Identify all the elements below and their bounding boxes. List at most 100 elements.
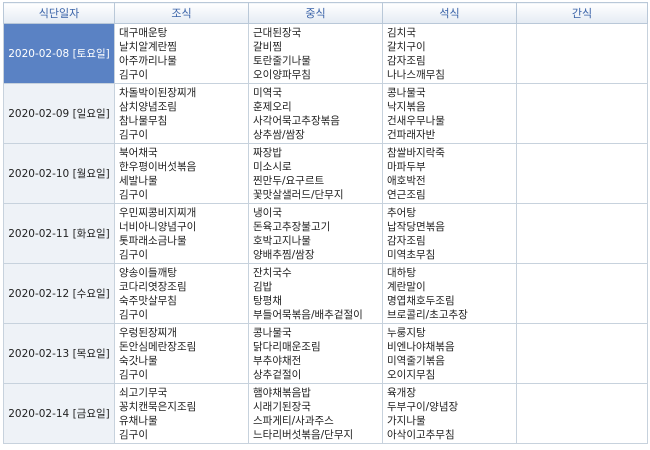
date-cell[interactable]: 2020-02-09 [일요일] xyxy=(3,83,115,144)
lunch-cell: 콩나물국 닭다리매운조림 부추야채전 상추겉절이 xyxy=(248,323,383,384)
breakfast-list: 우민찌콩비지찌개 너비아니양념구이 톳파래소금나물 김구이 xyxy=(119,206,248,262)
breakfast-cell: 우민찌콩비지찌개 너비아니양념구이 톳파래소금나물 김구이 xyxy=(114,203,249,264)
dinner-item: 감자조림 xyxy=(387,54,426,67)
meal-schedule-panel: 식단일자 조식 중식 석식 간식 2020-02-08 [토요일] 대구매운탕 날치… xyxy=(3,2,648,444)
lunch-list: 미역국 훈제오리 사각어묵고추장볶음 상추쌈/쌈장 xyxy=(253,86,382,142)
column-header-breakfast[interactable]: 조식 xyxy=(114,2,249,24)
lunch-item: 탕평채 xyxy=(253,294,282,307)
breakfast-item: 북어채국 xyxy=(119,146,158,159)
column-header-date[interactable]: 식단일자 xyxy=(3,2,115,24)
lunch-item: 짜장밥 xyxy=(253,146,282,159)
lunch-item: 느타리버섯볶음/단무지 xyxy=(253,428,354,441)
dinner-item: 건새우무나물 xyxy=(387,114,445,127)
date-cell[interactable]: 2020-02-13 [목요일] xyxy=(3,323,115,384)
dinner-cell: 콩나물국 낙지볶음 건새우무나물 건파래자반 xyxy=(382,83,517,144)
meal-schedule-table: 식단일자 조식 중식 석식 간식 2020-02-08 [토요일] 대구매운탕 날치… xyxy=(3,2,648,444)
breakfast-item: 쇠고기무국 xyxy=(119,386,168,399)
breakfast-item: 한우평이버섯볶음 xyxy=(119,160,197,173)
table-row[interactable]: 2020-02-11 [화요일] 우민찌콩비지찌개 너비아니양념구이 톳파래소금나물 김… xyxy=(3,203,648,264)
lunch-item: 사각어묵고추장볶음 xyxy=(253,114,340,127)
table-row[interactable]: 2020-02-13 [목요일] 우렁된장찌개 돈안심메란장조림 숙갓나물 김구이 콩나물… xyxy=(3,323,648,384)
lunch-item: 부추야채전 xyxy=(253,354,302,367)
column-header-dinner[interactable]: 석식 xyxy=(382,2,517,24)
dinner-list: 참쌀바지락죽 마파두부 애호박전 연근조림 xyxy=(387,146,516,202)
snack-cell xyxy=(516,323,648,384)
lunch-list: 짜장밥 미소시로 찐만두/요구르트 꽃맛살샐러드/단무지 xyxy=(253,146,382,202)
breakfast-item: 숙갓나물 xyxy=(119,354,158,367)
lunch-list: 잔치국수 김밥 탕평채 부들어묵볶음/배추겉절이 xyxy=(253,266,382,322)
breakfast-item: 김구이 xyxy=(119,368,148,381)
table-row[interactable]: 2020-02-14 [금요일] 쇠고기무국 꽁치캔묵은지조림 유채나물 김구이 햄야채볶… xyxy=(3,383,648,444)
lunch-cell: 햄야채볶음밥 시래기된장국 스파게티/사과주스 느타리버섯볶음/단무지 xyxy=(248,383,383,444)
dinner-item: 애호박전 xyxy=(387,174,426,187)
lunch-item: 돈육고추장불고기 xyxy=(253,220,331,233)
snack-cell xyxy=(516,143,648,204)
lunch-item: 양배추찜/쌈장 xyxy=(253,248,315,261)
table-row[interactable]: 2020-02-12 [수요일] 양송이들깨탕 코다리엿장조림 숙주맛살무침 김구이 잔치… xyxy=(3,263,648,324)
dinner-item: 콩나물국 xyxy=(387,86,426,99)
dinner-cell: 참쌀바지락죽 마파두부 애호박전 연근조림 xyxy=(382,143,517,204)
dinner-item: 김치국 xyxy=(387,26,416,39)
lunch-item: 근대된장국 xyxy=(253,26,302,39)
breakfast-item: 김구이 xyxy=(119,128,148,141)
breakfast-cell: 쇠고기무국 꽁치캔묵은지조림 유채나물 김구이 xyxy=(114,383,249,444)
breakfast-item: 코다리엿장조림 xyxy=(119,280,187,293)
breakfast-item: 톳파래소금나물 xyxy=(119,234,187,247)
dinner-item: 건파래자반 xyxy=(387,128,436,141)
breakfast-cell: 우렁된장찌개 돈안심메란장조림 숙갓나물 김구이 xyxy=(114,323,249,384)
lunch-list: 콩나물국 닭다리매운조림 부추야채전 상추겉절이 xyxy=(253,326,382,382)
table-row[interactable]: 2020-02-10 [월요일] 북어채국 한우평이버섯볶음 세발나물 김구이 짜장밥 미소… xyxy=(3,143,648,204)
date-cell[interactable]: 2020-02-11 [화요일] xyxy=(3,203,115,264)
breakfast-item: 아주까리나물 xyxy=(119,54,177,67)
breakfast-item: 우민찌콩비지찌개 xyxy=(119,206,197,219)
breakfast-item: 삼치양념조림 xyxy=(119,100,177,113)
lunch-cell: 잔치국수 김밥 탕평채 부들어묵볶음/배추겉절이 xyxy=(248,263,383,324)
breakfast-item: 우렁된장찌개 xyxy=(119,326,177,339)
dinner-list: 콩나물국 낙지볶음 건새우무나물 건파래자반 xyxy=(387,86,516,142)
breakfast-list: 대구매운탕 날치알계란찜 아주까리나물 김구이 xyxy=(119,26,248,82)
lunch-item: 미역국 xyxy=(253,86,282,99)
lunch-item: 꽃맛살샐러드/단무지 xyxy=(253,188,344,201)
lunch-item: 김밥 xyxy=(253,280,273,293)
dinner-item: 두부구이/양념장 xyxy=(387,400,459,413)
breakfast-item: 양송이들깨탕 xyxy=(119,266,177,279)
breakfast-item: 대구매운탕 xyxy=(119,26,168,39)
dinner-list: 김치국 갈치구이 감자조림 나나스깨무침 xyxy=(387,26,516,82)
dinner-item: 누룽지탕 xyxy=(387,326,426,339)
dinner-item: 나나스깨무침 xyxy=(387,68,445,81)
column-header-lunch[interactable]: 중식 xyxy=(248,2,383,24)
date-cell[interactable]: 2020-02-12 [수요일] xyxy=(3,263,115,324)
breakfast-item: 숙주맛살무침 xyxy=(119,294,177,307)
breakfast-item: 꽁치캔묵은지조림 xyxy=(119,400,197,413)
lunch-cell: 냉이국 돈육고추장불고기 호박고지나물 양배추찜/쌈장 xyxy=(248,203,383,264)
snack-cell xyxy=(516,263,648,324)
breakfast-list: 쇠고기무국 꽁치캔묵은지조림 유채나물 김구이 xyxy=(119,386,248,442)
lunch-list: 근대된장국 갈비찜 토란줄기나물 오이양파무침 xyxy=(253,26,382,82)
breakfast-list: 양송이들깨탕 코다리엿장조림 숙주맛살무침 김구이 xyxy=(119,266,248,322)
date-cell[interactable]: 2020-02-08 [토요일] xyxy=(3,23,115,84)
lunch-item: 햄야채볶음밥 xyxy=(253,386,311,399)
lunch-item: 갈비찜 xyxy=(253,40,282,53)
table-row[interactable]: 2020-02-08 [토요일] 대구매운탕 날치알계란찜 아주까리나물 김구이 근대된장… xyxy=(3,23,648,84)
snack-cell xyxy=(516,83,648,144)
lunch-item: 냉이국 xyxy=(253,206,282,219)
dinner-item: 오이지무침 xyxy=(387,368,436,381)
dinner-item: 참쌀바지락죽 xyxy=(387,146,445,159)
table-row[interactable]: 2020-02-09 [일요일] 차돌박이된장찌개 삼치양념조림 참나물무침 김구이 미역… xyxy=(3,83,648,144)
dinner-item: 대하탕 xyxy=(387,266,416,279)
lunch-item: 미소시로 xyxy=(253,160,292,173)
breakfast-list: 우렁된장찌개 돈안심메란장조림 숙갓나물 김구이 xyxy=(119,326,248,382)
date-cell[interactable]: 2020-02-14 [금요일] xyxy=(3,383,115,444)
dinner-cell: 김치국 갈치구이 감자조림 나나스깨무침 xyxy=(382,23,517,84)
lunch-item: 상추쌈/쌈장 xyxy=(253,128,305,141)
column-header-snack[interactable]: 간식 xyxy=(516,2,648,24)
breakfast-cell: 북어채국 한우평이버섯볶음 세발나물 김구이 xyxy=(114,143,249,204)
lunch-item: 토란줄기나물 xyxy=(253,54,311,67)
dinner-item: 브로콜리/초고추장 xyxy=(387,308,468,321)
dinner-item: 갈치구이 xyxy=(387,40,426,53)
dinner-cell: 추어탕 납작당면볶음 감자조림 미역초무침 xyxy=(382,203,517,264)
table-header-row: 식단일자 조식 중식 석식 간식 xyxy=(3,2,648,24)
date-cell[interactable]: 2020-02-10 [월요일] xyxy=(3,143,115,204)
dinner-item: 미역줄기볶음 xyxy=(387,354,445,367)
table-body: 2020-02-08 [토요일] 대구매운탕 날치알계란찜 아주까리나물 김구이 근대된장… xyxy=(3,23,648,444)
